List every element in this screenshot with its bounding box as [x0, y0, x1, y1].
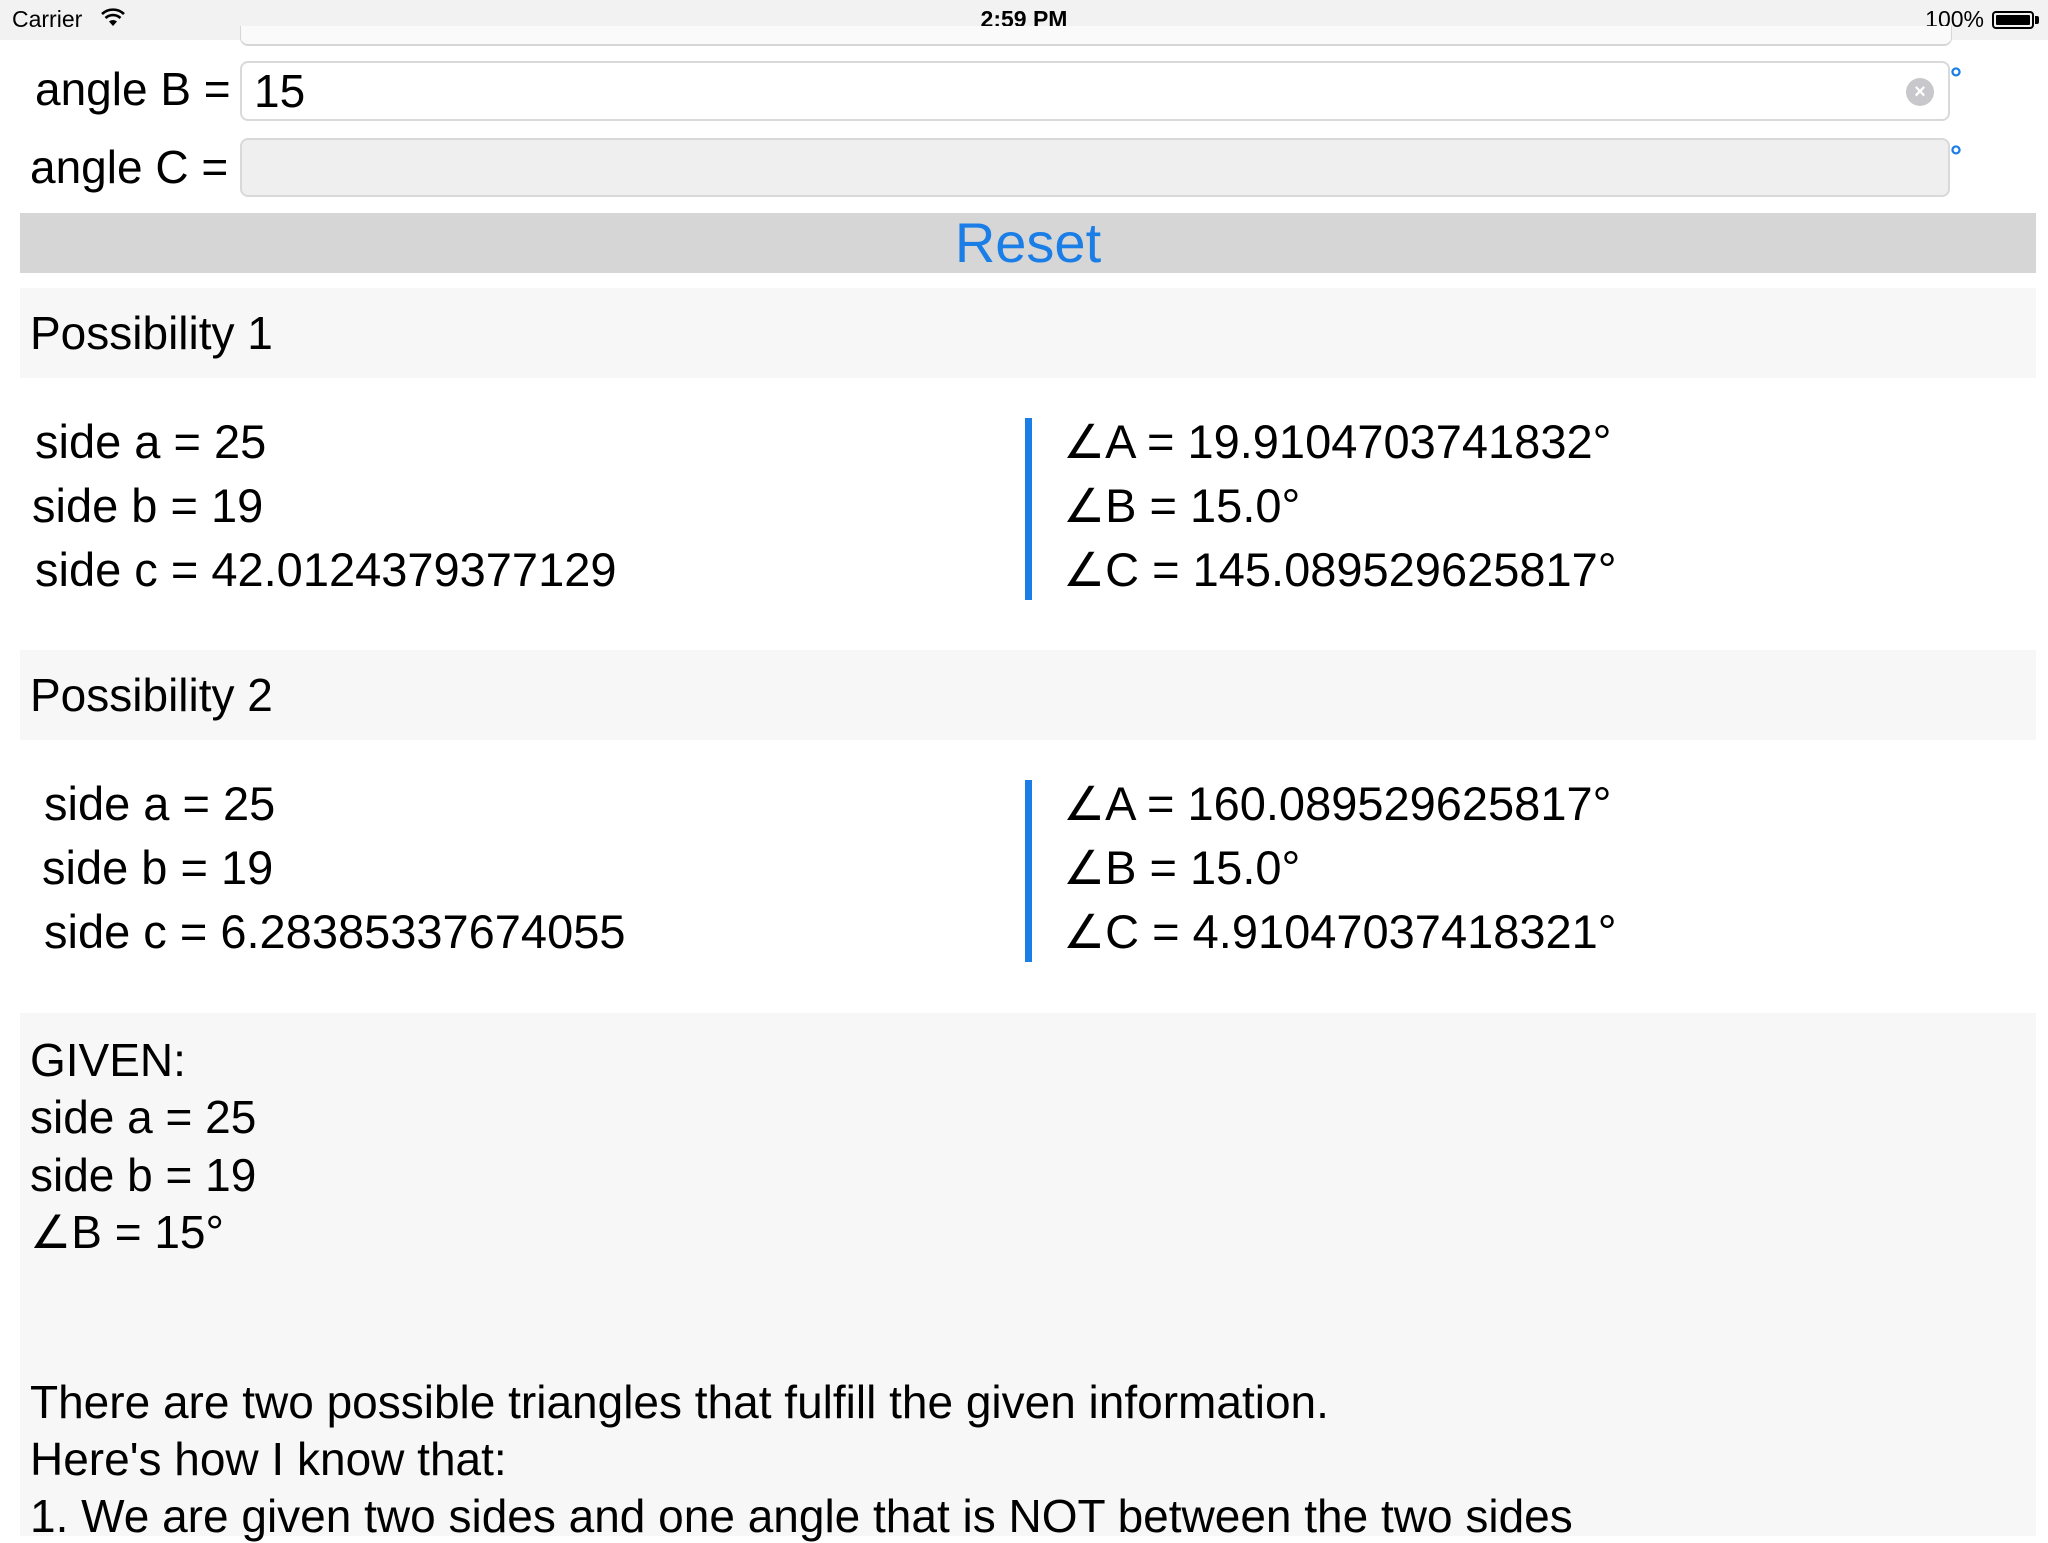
p2-angle-a: ∠A = 160.089529625817° [1063, 777, 1612, 830]
possibility-1-header: Possibility 1 [20, 288, 2036, 378]
angle-c-input[interactable] [240, 138, 1950, 197]
angle-b-input[interactable] [240, 61, 1950, 121]
clear-icon[interactable]: × [1906, 78, 1934, 106]
battery-nub [2035, 16, 2039, 24]
reset-button[interactable]: Reset [20, 213, 2036, 273]
angle-c-label: angle C = [30, 141, 229, 193]
possibility-2-header: Possibility 2 [20, 650, 2036, 740]
p2-angle-b: ∠B = 15.0° [1063, 841, 1301, 894]
explanation-line-2: Here's how I know that: [30, 1433, 507, 1485]
p2-divider [1025, 780, 1032, 962]
p1-side-c: side c = 42.0124379377129 [35, 543, 617, 596]
explanation-line-3: 1. We are given two sides and one angle … [30, 1490, 1573, 1542]
battery-icon [1992, 11, 2034, 29]
p1-angle-a: ∠A = 19.9104703741832° [1063, 415, 1612, 468]
given-heading: GIVEN: [30, 1034, 186, 1086]
p1-side-b: side b = 19 [32, 479, 264, 532]
possibility-1-title: Possibility 1 [30, 307, 273, 359]
explanation-line-1: There are two possible triangles that fu… [30, 1376, 1329, 1428]
p1-side-a: side a = 25 [35, 415, 267, 468]
p1-angle-c: ∠C = 145.089529625817° [1063, 543, 1617, 596]
p2-angle-c: ∠C = 4.91047037418321° [1063, 905, 1617, 958]
p2-side-a: side a = 25 [44, 777, 276, 830]
angle-c-degree-symbol: ° [1950, 140, 1962, 173]
given-angle-b: ∠B = 15° [30, 1206, 224, 1258]
given-side-b: side b = 19 [30, 1149, 257, 1201]
possibility-2-title: Possibility 2 [30, 669, 273, 721]
angle-b-degree-symbol: ° [1950, 62, 1962, 95]
p1-divider [1025, 418, 1032, 600]
p1-angle-b: ∠B = 15.0° [1063, 479, 1301, 532]
p2-side-c: side c = 6.28385337674055 [44, 905, 626, 958]
given-side-a: side a = 25 [30, 1091, 257, 1143]
scrolled-off-field[interactable] [240, 26, 1952, 46]
angle-b-label: angle B = [35, 63, 231, 115]
explanation-panel: GIVEN: side a = 25 side b = 19 ∠B = 15° … [20, 1013, 2036, 1542]
p2-side-b: side b = 19 [42, 841, 274, 894]
